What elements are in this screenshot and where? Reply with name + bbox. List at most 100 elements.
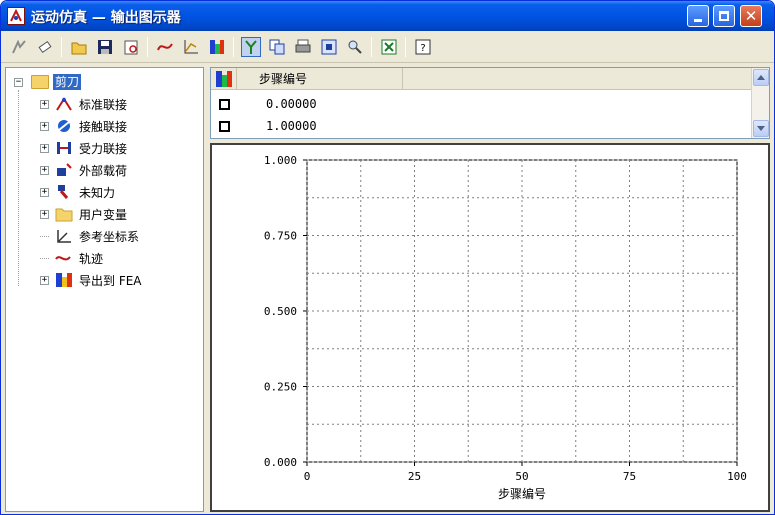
y-tick-label: 0.250 [264, 381, 297, 394]
print-icon[interactable] [293, 37, 313, 57]
contact-joint-icon [55, 118, 73, 134]
tree-item-external-load[interactable]: + 外部载荷 [40, 160, 127, 180]
y-tick-label: 0.000 [264, 456, 297, 469]
plot-area[interactable]: 0 25 50 75 100 0.000 0.250 0.500 0.750 1.000 步骤编号 [210, 143, 770, 512]
toolbar-separator [371, 37, 372, 57]
chevron-down-icon [757, 126, 765, 131]
collapse-toggle[interactable]: − [14, 77, 23, 87]
standard-joint-icon [55, 96, 73, 112]
model-tree: − 剪刀 + 标准联接 + 接触联接 + 受力联接 + 外部载荷 + 未知力 +… [5, 67, 204, 512]
svg-text:?: ? [420, 43, 425, 54]
tree-root[interactable]: − 剪刀 [14, 73, 82, 91]
app-icon [7, 7, 25, 25]
open-folder-icon[interactable] [69, 37, 89, 57]
list-row[interactable]: 1.00000 [211, 116, 751, 138]
axes-chart-icon[interactable] [181, 37, 201, 57]
expand-toggle[interactable]: + [40, 275, 49, 285]
tree-item-export-fea[interactable]: + 导出到 FEA [40, 270, 142, 290]
expand-toggle[interactable]: + [40, 121, 49, 131]
fit-view-icon[interactable] [319, 37, 339, 57]
unknown-force-icon [55, 184, 73, 200]
row-checkbox[interactable] [219, 99, 230, 110]
tree-item-user-variables[interactable]: + 用户变量 [40, 204, 127, 224]
tree-item-label: 导出到 FEA [79, 273, 142, 288]
excel-export-icon[interactable] [379, 37, 399, 57]
tree-connector [40, 235, 49, 237]
vertical-scrollbar[interactable] [751, 68, 769, 138]
y-tick-label: 0.750 [264, 230, 297, 243]
tree-item-force-joint[interactable]: + 受力联接 [40, 138, 127, 158]
color-map-icon[interactable] [207, 37, 227, 57]
tree-item-label: 参考坐标系 [79, 229, 140, 244]
row-checkbox[interactable] [219, 121, 230, 132]
expand-toggle[interactable]: + [40, 143, 49, 153]
print-preview-icon[interactable] [121, 37, 141, 57]
save-icon[interactable] [95, 37, 115, 57]
row-value: 1.00000 [266, 119, 317, 133]
tree-item-contact-joint[interactable]: + 接触联接 [40, 116, 127, 136]
force-joint-icon [55, 140, 73, 156]
tree-item-label: 用户变量 [79, 207, 128, 222]
expand-toggle[interactable]: + [40, 187, 49, 197]
maximize-button[interactable] [713, 5, 735, 27]
title-bar[interactable]: 运动仿真 — 输出图示器 ✕ [1, 1, 774, 31]
window-title: 运动仿真 — 输出图示器 [31, 10, 181, 26]
curve-icon[interactable] [155, 37, 175, 57]
tree-item-label: 未知力 [79, 185, 116, 200]
tree-item-label: 轨迹 [79, 251, 104, 266]
external-load-icon [55, 162, 73, 178]
toolbar-separator [233, 37, 234, 57]
x-tick-label: 100 [727, 470, 747, 483]
trajectory-icon [55, 250, 73, 266]
x-tick-label: 50 [515, 470, 528, 483]
y-tick-label: 0.500 [264, 305, 297, 318]
minimize-button[interactable] [687, 5, 709, 27]
tree-connector [40, 257, 49, 259]
x-tick-label: 25 [408, 470, 421, 483]
expand-toggle[interactable]: + [40, 165, 49, 175]
minimize-icon [694, 18, 702, 22]
expand-toggle[interactable]: + [40, 209, 49, 219]
column-header-step-number[interactable]: 步骤编号 [237, 68, 403, 90]
toolbar-separator [405, 37, 406, 57]
tree-item-label: 标准联接 [79, 97, 128, 112]
x-tick-label: 75 [623, 470, 636, 483]
tree-item-label: 外部载荷 [79, 163, 128, 178]
toolbar-separator [147, 37, 148, 57]
x-axis-label: 步骤编号 [498, 486, 546, 501]
zoom-icon[interactable] [345, 37, 365, 57]
copy-icon[interactable] [267, 37, 287, 57]
tree-item-trajectory[interactable]: 轨迹 [40, 248, 103, 268]
chart-canvas: 0 25 50 75 100 0.000 0.250 0.500 0.750 1.000 步骤编号 [264, 154, 747, 501]
y-tick-label: 1.000 [264, 154, 297, 167]
fea-export-icon [55, 272, 73, 288]
close-button[interactable]: ✕ [740, 5, 762, 27]
eraser-icon[interactable] [35, 37, 55, 57]
close-icon: ✕ [744, 6, 758, 25]
tree-item-unknown-force[interactable]: + 未知力 [40, 182, 115, 202]
step-list: 步骤编号 0.00000 1.00000 [210, 67, 770, 139]
row-value: 0.00000 [266, 97, 317, 111]
toolbar: ? [1, 31, 774, 63]
y-axis-icon[interactable] [241, 37, 261, 57]
output-plotter-window: 运动仿真 — 输出图示器 ✕ ? − 剪刀 + 标准联接 + 接触联接 + 受力… [0, 0, 775, 515]
tree-connector [18, 90, 19, 286]
expand-toggle[interactable]: + [40, 99, 49, 109]
folder-icon [31, 75, 49, 89]
help-icon[interactable]: ? [413, 37, 433, 57]
list-header: 步骤编号 [211, 68, 751, 90]
toolbar-separator [61, 37, 62, 57]
color-map-icon[interactable] [211, 68, 237, 90]
coordinate-system-icon [55, 228, 73, 244]
maximize-icon [719, 11, 729, 21]
tree-item-standard-joint[interactable]: + 标准联接 [40, 94, 127, 114]
create-sim-icon[interactable] [9, 37, 29, 57]
scroll-down-button[interactable] [753, 120, 769, 137]
list-row[interactable]: 0.00000 [211, 94, 751, 116]
scroll-up-button[interactable] [753, 69, 769, 86]
folder-icon [55, 206, 73, 222]
tree-root-label[interactable]: 剪刀 [53, 74, 82, 90]
tree-item-label: 受力联接 [79, 141, 128, 156]
x-tick-label: 0 [304, 470, 311, 483]
tree-item-reference-frame[interactable]: 参考坐标系 [40, 226, 139, 246]
